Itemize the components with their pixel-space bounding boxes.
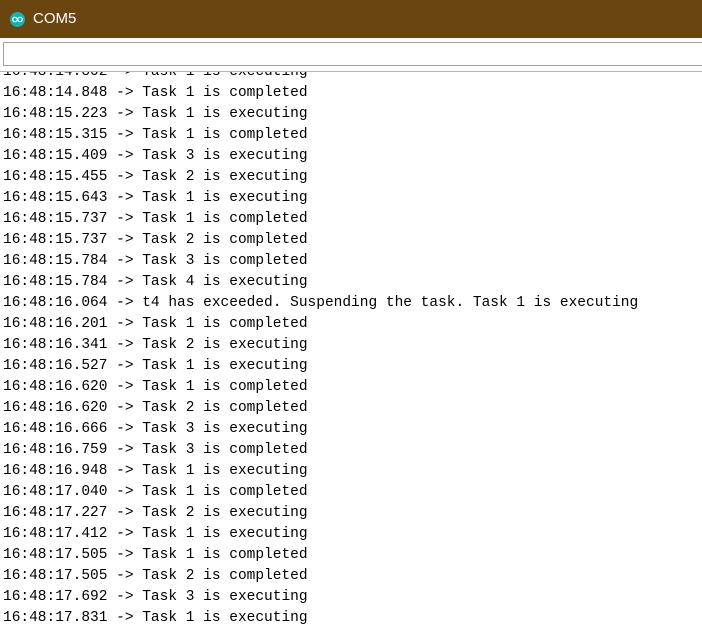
title-bar[interactable]: COM5 xyxy=(0,0,702,38)
serial-line: 16:48:16.527 -> Task 1 is executing xyxy=(3,358,308,374)
serial-monitor-window: COM5 16:48:14.802 -> Task 1 is executing… xyxy=(0,0,702,632)
serial-line: 16:48:16.620 -> Task 2 is completed xyxy=(3,400,308,416)
serial-line: 16:48:15.315 -> Task 1 is completed xyxy=(3,127,308,143)
serial-output-lines: 16:48:14.802 -> Task 1 is executing 16:48… xyxy=(3,72,638,629)
serial-line: 16:48:16.201 -> Task 1 is completed xyxy=(3,316,308,332)
serial-line: 16:48:17.412 -> Task 1 is executing xyxy=(3,526,308,542)
serial-line: 16:48:15.455 -> Task 2 is executing xyxy=(3,169,308,185)
serial-line: 16:48:15.643 -> Task 1 is executing xyxy=(3,190,308,206)
send-bar xyxy=(0,38,702,72)
serial-line: 16:48:17.227 -> Task 2 is executing xyxy=(3,505,308,521)
serial-line: 16:48:15.409 -> Task 3 is executing xyxy=(3,148,308,164)
serial-line: 16:48:16.666 -> Task 3 is executing xyxy=(3,421,308,437)
serial-line: 16:48:16.064 -> t4 has exceeded. Suspend… xyxy=(3,295,639,311)
serial-line: 16:48:17.692 -> Task 3 is executing xyxy=(3,589,308,605)
window-title: COM5 xyxy=(33,10,77,27)
serial-line: 16:48:17.505 -> Task 1 is completed xyxy=(3,547,308,563)
serial-line: 16:48:16.759 -> Task 3 is completed xyxy=(3,442,308,458)
serial-line: 16:48:17.505 -> Task 2 is completed xyxy=(3,568,308,584)
serial-line: 16:48:14.848 -> Task 1 is completed xyxy=(3,85,308,101)
serial-line: 16:48:16.948 -> Task 1 is executing xyxy=(3,463,308,479)
serial-line: 16:48:15.223 -> Task 1 is executing xyxy=(3,106,308,122)
serial-line: 16:48:15.784 -> Task 3 is completed xyxy=(3,253,308,269)
serial-line: 16:48:17.831 -> Task 1 is executing xyxy=(3,610,308,626)
serial-line: 16:48:15.737 -> Task 1 is completed xyxy=(3,211,308,227)
serial-line: 16:48:17.040 -> Task 1 is completed xyxy=(3,484,308,500)
serial-line: 16:48:16.341 -> Task 2 is executing xyxy=(3,337,308,353)
serial-line: 16:48:15.737 -> Task 2 is completed xyxy=(3,232,308,248)
serial-output-area[interactable]: 16:48:14.802 -> Task 1 is executing 16:48… xyxy=(0,72,702,632)
serial-line: 16:48:15.784 -> Task 4 is executing xyxy=(3,274,308,290)
serial-line: 16:48:14.802 -> Task 1 is executing xyxy=(3,72,308,80)
serial-line: 16:48:16.620 -> Task 1 is completed xyxy=(3,379,308,395)
arduino-infinity-icon xyxy=(10,12,25,27)
send-input[interactable] xyxy=(3,42,702,66)
